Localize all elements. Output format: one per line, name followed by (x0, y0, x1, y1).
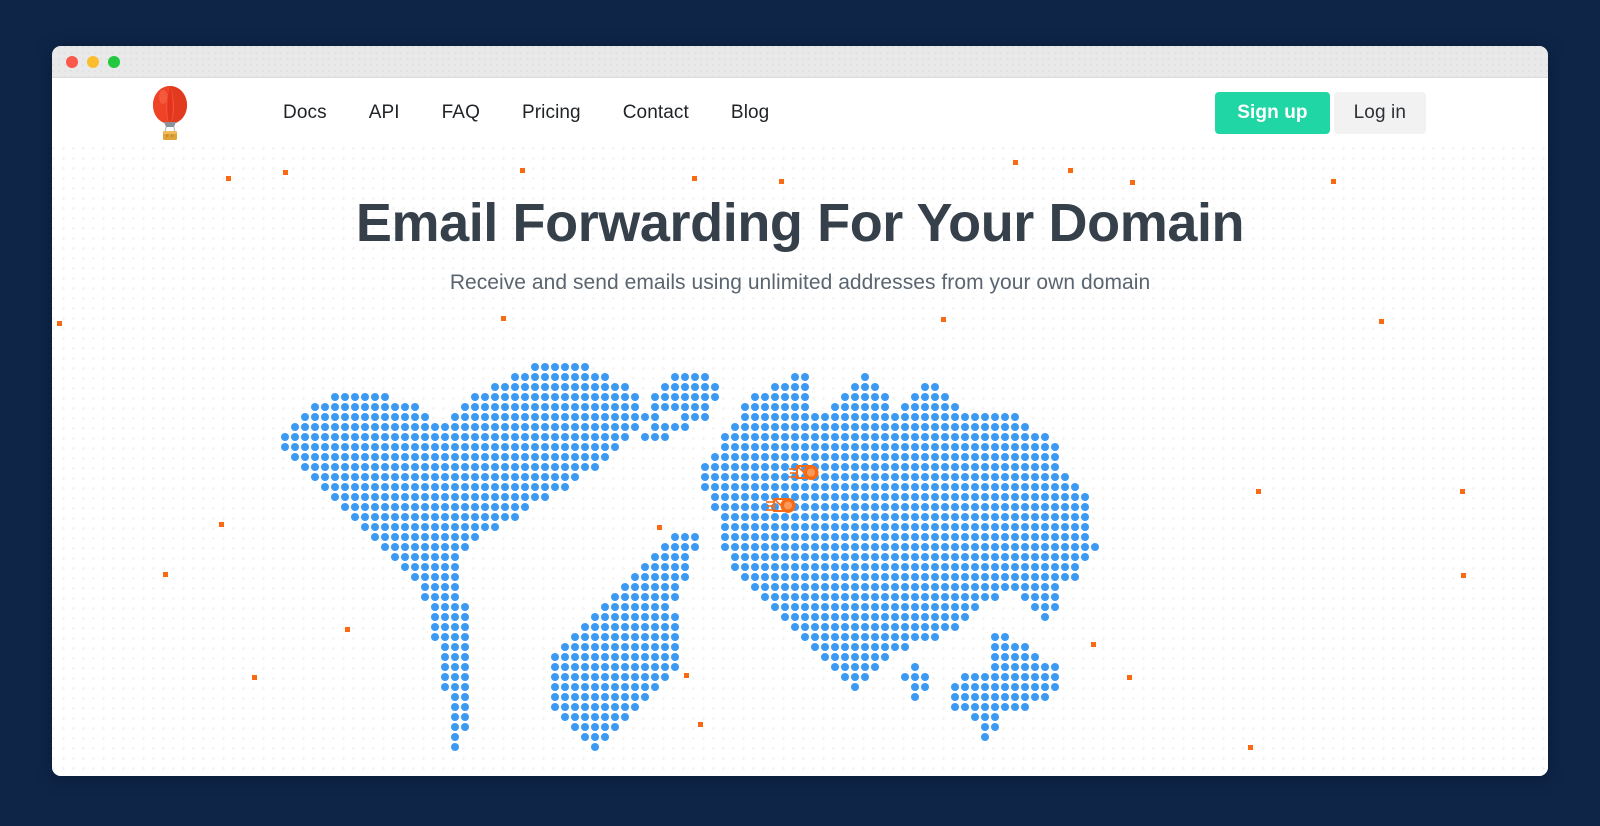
mail-marker-uk (789, 462, 823, 490)
sign-up-button[interactable]: Sign up (1215, 91, 1330, 134)
world-map (52, 352, 1548, 776)
page-subtitle: Receive and send emails using unlimited … (449, 271, 1151, 294)
hot-air-balloon-icon[interactable] (148, 85, 192, 141)
accent-speck (1379, 319, 1384, 324)
mail-marker-spain (766, 495, 800, 523)
hot-air-balloon-icon-svg (153, 85, 187, 140)
browser-window: Docs API FAQ Pricing Contact Blog Sign u… (52, 46, 1548, 776)
nav-link-contact[interactable]: Contact (602, 96, 710, 130)
site-navbar: Docs API FAQ Pricing Contact Blog Sign u… (52, 78, 1548, 147)
nav-link-docs[interactable]: Docs (262, 96, 348, 130)
accent-speck (226, 176, 231, 181)
flying-mail-icon (789, 465, 819, 480)
nav-actions: Sign up Log in (1215, 91, 1426, 134)
accent-speck (501, 316, 506, 321)
accent-speck (57, 321, 62, 326)
accent-speck (520, 168, 525, 173)
minimize-window-button[interactable] (87, 55, 99, 68)
accent-speck (779, 179, 784, 184)
browser-titlebar (52, 46, 1548, 78)
accent-speck (1068, 168, 1073, 173)
accent-speck (1331, 179, 1336, 184)
page-title: Email Forwarding For Your Domain (355, 193, 1245, 253)
accent-speck (283, 170, 288, 175)
nav-link-faq[interactable]: FAQ (421, 96, 501, 130)
accent-speck (692, 176, 697, 181)
accent-speck (1130, 180, 1135, 185)
log-in-button[interactable]: Log in (1333, 91, 1426, 134)
flying-mail-icon (766, 498, 796, 513)
nav-link-pricing[interactable]: Pricing (501, 96, 602, 130)
nav-link-api[interactable]: API (348, 96, 421, 130)
nav-links: Docs API FAQ Pricing Contact Blog (262, 96, 790, 130)
nav-link-blog[interactable]: Blog (710, 96, 790, 130)
accent-speck (941, 317, 946, 322)
hero-section: Email Forwarding For Your Domain Receive… (52, 147, 1548, 776)
accent-speck (1013, 160, 1018, 165)
world-map-dots (281, 363, 1099, 751)
close-window-button[interactable] (66, 55, 78, 68)
maximize-window-button[interactable] (108, 55, 120, 68)
